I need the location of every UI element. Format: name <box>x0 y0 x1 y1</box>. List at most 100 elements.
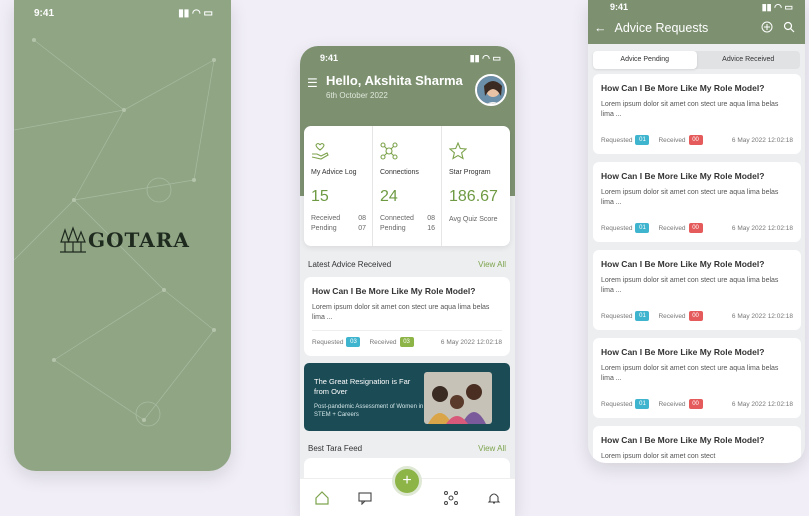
requested-label: Requested <box>601 400 633 408</box>
advice-body: Lorem ipsum dolor sit amet con stect <box>601 453 716 460</box>
tab-advice-received[interactable]: Advice Received <box>697 51 801 69</box>
advice-body: Lorem ipsum dolor sit amet con stect ure… <box>312 304 490 321</box>
status-icons: ▮▮ ◠ ▭ <box>469 53 501 63</box>
tara-feed-header: Best Tara Feed View All <box>308 444 506 453</box>
requested-label: Requested <box>312 338 344 346</box>
back-arrow-icon[interactable]: ← <box>594 21 607 35</box>
section-title: Latest Advice Received <box>308 260 392 269</box>
tab-advice-pending[interactable]: Advice Pending <box>593 51 697 69</box>
stat-connections[interactable]: Connections 24 Connected 08 Pending 16 <box>372 126 441 246</box>
advice-requests-screen: 9:41 ▮▮ ◠ ▭ ← Advice Requests Advice Pen… <box>588 0 805 463</box>
requested-label: Requested <box>601 136 633 144</box>
status-time: 9:41 <box>320 53 339 63</box>
advice-question: How Can I Be More Like My Role Model? <box>601 347 765 357</box>
home-icon[interactable] <box>313 489 331 507</box>
banner-subtitle: Post-pandemic Assessment of Women in STE… <box>314 404 424 418</box>
advice-meta: Requested 03 Received 03 6 May 2022 12:0… <box>312 330 502 347</box>
timestamp: 6 May 2022 12:02:18 <box>731 136 793 144</box>
status-icons: ▮▮ ◠ ▭ <box>761 2 793 12</box>
timestamp: 6 May 2022 12:02:18 <box>440 338 502 346</box>
advice-tabs: Advice Pending Advice Received <box>593 51 800 69</box>
advice-card[interactable]: How Can I Be More Like My Role Model? Lo… <box>593 426 801 463</box>
stat-value: 15 <box>311 188 329 205</box>
stat-value: 24 <box>380 188 398 205</box>
greeting: Hello, Akshita Sharma <box>326 73 463 88</box>
latest-advice-card[interactable]: How Can I Be More Like My Role Model? Lo… <box>304 277 510 356</box>
home-screen: 9:41 ▮▮ ◠ ▭ ☰ Hello, Akshita Sharma 6th … <box>300 46 515 516</box>
stat-row-received: Received 08 <box>311 215 366 222</box>
advice-card[interactable]: How Can I Be More Like My Role Model? Lo… <box>593 74 801 154</box>
timestamp: 6 May 2022 12:02:18 <box>731 312 793 320</box>
advice-card[interactable]: How Can I Be More Like My Role Model? Lo… <box>593 162 801 242</box>
requested-label: Requested <box>601 312 633 320</box>
requested-badge: 01 <box>635 311 650 321</box>
advice-card[interactable]: How Can I Be More Like My Role Model? Lo… <box>593 338 801 418</box>
view-all-link[interactable]: View All <box>478 444 506 453</box>
requested-badge: 01 <box>635 399 650 409</box>
section-title: Best Tara Feed <box>308 444 363 453</box>
hand-heart-icon <box>311 142 329 160</box>
received-badge: 03 <box>399 337 414 347</box>
advice-question: How Can I Be More Like My Role Model? <box>312 286 476 296</box>
stat-row-pending: Pending 07 <box>311 225 366 232</box>
stat-title: My Advice Log <box>311 169 357 176</box>
page-title: Advice Requests <box>614 21 709 35</box>
advice-card[interactable]: How Can I Be More Like My Role Model? Lo… <box>593 250 801 330</box>
advice-question: How Can I Be More Like My Role Model? <box>601 435 765 445</box>
menu-icon[interactable]: ☰ <box>307 76 318 90</box>
article-banner[interactable]: The Great Resignation is Far from Over P… <box>304 363 510 431</box>
avatar[interactable] <box>475 74 507 106</box>
requested-badge: 03 <box>346 337 361 347</box>
stat-title: Star Program <box>449 169 491 176</box>
search-icon[interactable] <box>783 21 795 33</box>
status-bar: 9:41 ▮▮ ◠ ▭ <box>300 53 515 64</box>
status-time: 9:41 <box>610 2 629 12</box>
received-label: Received <box>658 312 686 320</box>
received-label: Received <box>658 136 686 144</box>
stat-value: 186.67 <box>449 188 498 205</box>
advice-meta: Requested 01 Received 00 6 May 2022 12:0… <box>601 129 793 145</box>
connections-icon[interactable] <box>442 489 460 507</box>
status-icons: ▮▮ ◠ ▭ <box>178 8 213 19</box>
stat-title: Connections <box>380 169 419 176</box>
star-icon <box>448 141 468 160</box>
splash-screen: 9:41 ▮▮ ◠ ▭ GOTARA <box>14 0 231 471</box>
advice-question: How Can I Be More Like My Role Model? <box>601 83 765 93</box>
stat-star-program[interactable]: Star Program 186.67 Avg Quiz Score <box>441 126 510 246</box>
banner-illustration <box>424 372 492 424</box>
stat-row-connected: Connected 08 <box>380 215 435 222</box>
received-label: Received <box>658 400 686 408</box>
bell-icon[interactable] <box>485 489 503 507</box>
trees-icon <box>60 226 86 253</box>
advice-question: How Can I Be More Like My Role Model? <box>601 259 765 269</box>
header-actions <box>761 21 795 33</box>
advice-body: Lorem ipsum dolor sit amet con stect ure… <box>601 365 779 382</box>
stat-advice-log[interactable]: My Advice Log 15 Received 08 Pending 07 <box>304 126 372 246</box>
received-badge: 00 <box>688 135 703 145</box>
advice-body: Lorem ipsum dolor sit amet con stect ure… <box>601 189 779 206</box>
advice-meta: Requested 01 Received 00 6 May 2022 12:0… <box>601 393 793 409</box>
received-badge: 00 <box>688 311 703 321</box>
received-label: Received <box>369 338 397 346</box>
add-button[interactable]: + <box>392 466 422 496</box>
advice-body: Lorem ipsum dolor sit amet con stect ure… <box>601 277 779 294</box>
advice-meta: Requested 01 Received 00 6 May 2022 12:0… <box>601 217 793 233</box>
advice-question: How Can I Be More Like My Role Model? <box>601 171 765 181</box>
banner-title: The Great Resignation is Far from Over <box>314 377 411 396</box>
view-all-link[interactable]: View All <box>478 260 506 269</box>
brand-name: GOTARA <box>88 228 190 252</box>
latest-advice-header: Latest Advice Received View All <box>308 260 506 269</box>
add-circle-icon[interactable] <box>761 21 773 33</box>
stat-note: Avg Quiz Score <box>449 216 498 223</box>
connections-icon <box>380 142 398 160</box>
timestamp: 6 May 2022 12:02:18 <box>731 400 793 408</box>
stat-row-pending: Pending 16 <box>380 225 435 232</box>
received-badge: 00 <box>688 399 703 409</box>
chat-icon[interactable] <box>356 489 374 507</box>
status-time: 9:41 <box>34 8 55 19</box>
page-title-row: ← Advice Requests <box>594 21 708 35</box>
status-bar: 9:41 ▮▮ ◠ ▭ <box>588 2 805 13</box>
advice-body: Lorem ipsum dolor sit amet con stect ure… <box>601 101 779 118</box>
received-label: Received <box>658 224 686 232</box>
current-date: 6th October 2022 <box>326 91 388 100</box>
